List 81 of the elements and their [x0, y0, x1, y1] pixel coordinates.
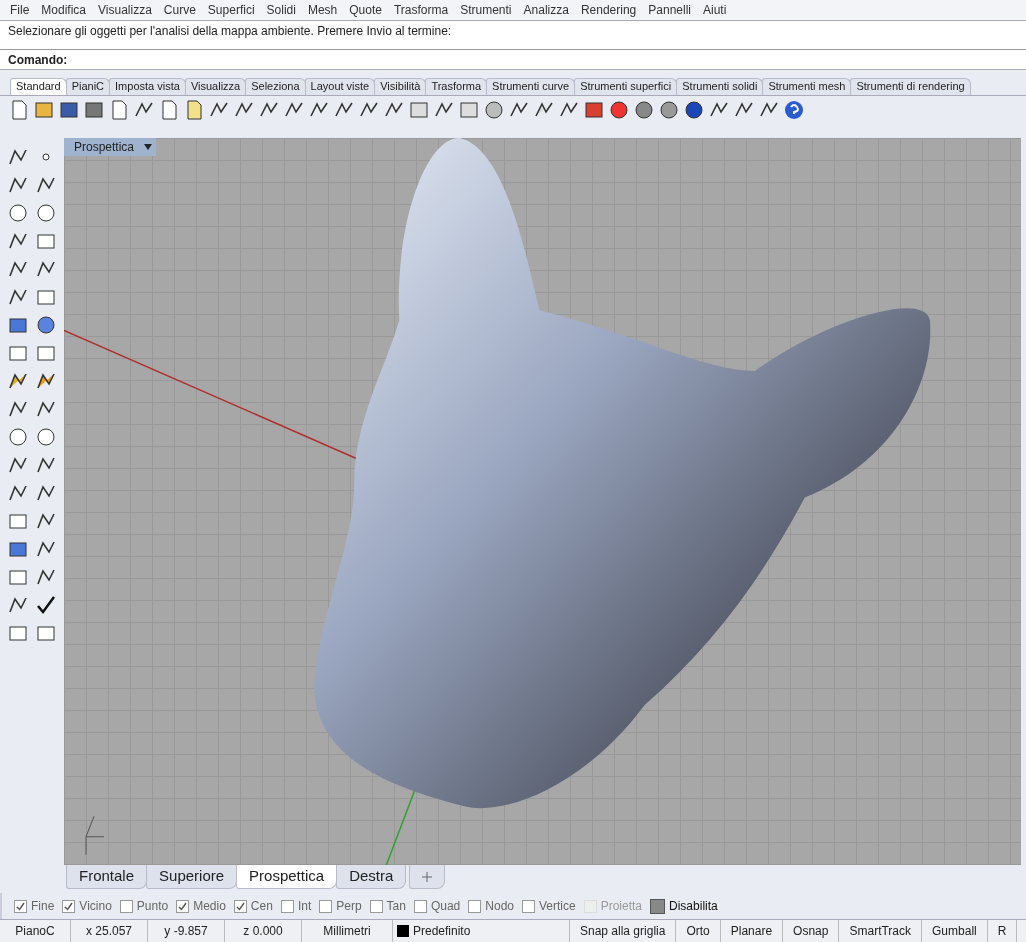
- menu-item[interactable]: Pannelli: [642, 3, 697, 17]
- add-icon[interactable]: [422, 871, 433, 882]
- toolbar-tab[interactable]: Strumenti curve: [486, 78, 576, 95]
- viewport-tab[interactable]: Superiore: [146, 865, 238, 889]
- axis-triad-icon: [85, 815, 105, 856]
- viewport-tab[interactable]: Destra: [336, 865, 407, 889]
- menu-item[interactable]: Quote: [343, 3, 388, 17]
- checkbox[interactable]: [468, 899, 482, 913]
- checkbox[interactable]: [233, 899, 247, 913]
- viewport-tab[interactable]: Prospettica: [236, 865, 338, 889]
- units-label: Millimetri: [302, 920, 393, 942]
- layer-label[interactable]: Predefinito: [413, 924, 471, 938]
- osnap-label: Proietta: [600, 899, 643, 913]
- circle-icon[interactable]: [7, 202, 29, 224]
- osnap-label: Medio: [193, 899, 226, 913]
- help-icon[interactable]: [783, 99, 805, 121]
- menu-item[interactable]: File: [4, 3, 36, 17]
- menu-item[interactable]: Strumenti: [454, 3, 518, 17]
- osnap-label: Nodo: [485, 899, 514, 913]
- toolbar-tab[interactable]: Standard: [10, 78, 67, 95]
- toolbar-tab[interactable]: Visibilità: [374, 78, 427, 95]
- osnap-label: Vertice: [539, 899, 576, 913]
- shaded-sphere-icon[interactable]: [683, 99, 705, 121]
- z-coordinate: z 0.000: [225, 920, 302, 942]
- checkbox[interactable]: [413, 899, 427, 913]
- toolbar-tab[interactable]: Strumenti superfici: [574, 78, 678, 95]
- menu-item[interactable]: Visualizza: [92, 3, 158, 17]
- osnap-label: Cen: [250, 899, 273, 913]
- osnap-label: Quad: [430, 899, 461, 913]
- status-toggle[interactable]: SmartTrack: [839, 920, 923, 942]
- osnap-label: Punto: [136, 899, 169, 913]
- checkbox[interactable]: [62, 899, 76, 913]
- command-label: Comando:: [8, 52, 68, 67]
- toolbar-tab[interactable]: Visualizza: [184, 78, 247, 95]
- osnap-label: Vicino: [79, 899, 112, 913]
- toolbar-tab[interactable]: Imposta vista: [109, 78, 186, 95]
- toolbar-tab[interactable]: Strumenti mesh: [762, 78, 852, 95]
- menu-item[interactable]: Superfici: [201, 3, 261, 17]
- menu-item[interactable]: Trasforma: [387, 3, 455, 17]
- command-field[interactable]: Comando:: [0, 50, 1026, 69]
- check-icon[interactable]: [35, 594, 57, 616]
- toolbar-tab[interactable]: Layout viste: [304, 78, 376, 95]
- osnap-label: Fine: [31, 899, 55, 913]
- menu-item[interactable]: Rendering: [574, 3, 643, 17]
- toolbar-tab[interactable]: Strumenti di rendering: [850, 78, 971, 95]
- menu-item[interactable]: Analizza: [517, 3, 575, 17]
- menu-item[interactable]: Aiuti: [697, 3, 733, 17]
- caret-icon[interactable]: [144, 144, 153, 150]
- menu-item[interactable]: Solidi: [260, 3, 302, 17]
- osnap-label: Tan: [386, 899, 406, 913]
- checkbox[interactable]: [369, 899, 383, 913]
- status-toggle[interactable]: Snap alla griglia: [570, 920, 677, 942]
- viewport-title[interactable]: Prospettica: [64, 138, 157, 156]
- command-history: Selezionare gli oggetti per l'analisi della mappa ambiente. Premere Invio al termine:: [0, 21, 1026, 50]
- osnap-label: Perp: [336, 899, 362, 913]
- x-coordinate: x 25.057: [71, 920, 148, 942]
- osnap-label: Int: [297, 899, 312, 913]
- checkbox[interactable]: [522, 899, 535, 913]
- toolbar-tab[interactable]: PianiC: [65, 78, 111, 95]
- checkbox[interactable]: [319, 899, 333, 913]
- checkbox[interactable]: [14, 899, 27, 913]
- toolbar-tab[interactable]: Trasforma: [425, 78, 488, 95]
- menu-item[interactable]: Mesh: [301, 3, 344, 17]
- status-toggle[interactable]: Gumball: [922, 920, 988, 942]
- toolbar-tab[interactable]: Strumenti solidi: [676, 78, 764, 95]
- menu-item[interactable]: Modifica: [35, 3, 93, 17]
- osnap-label: Disabilita: [669, 899, 718, 913]
- checkbox[interactable]: [650, 898, 666, 914]
- toolbar-tab[interactable]: Seleziona: [245, 78, 306, 95]
- menu-item[interactable]: Curve: [157, 3, 202, 17]
- status-toggle[interactable]: R: [987, 920, 1018, 942]
- status-toggle[interactable]: Orto: [676, 920, 721, 942]
- viewport-tab[interactable]: Frontale: [66, 865, 148, 889]
- y-coordinate: y -9.857: [148, 920, 225, 942]
- checkbox[interactable]: [176, 899, 190, 913]
- checkbox[interactable]: [119, 899, 133, 913]
- status-toggle[interactable]: Planare: [720, 920, 784, 942]
- checkbox[interactable]: [280, 899, 294, 913]
- status-toggle[interactable]: Osnap: [783, 920, 840, 942]
- sphere-icon[interactable]: [633, 99, 655, 121]
- cplane-label: PianoC: [0, 920, 71, 942]
